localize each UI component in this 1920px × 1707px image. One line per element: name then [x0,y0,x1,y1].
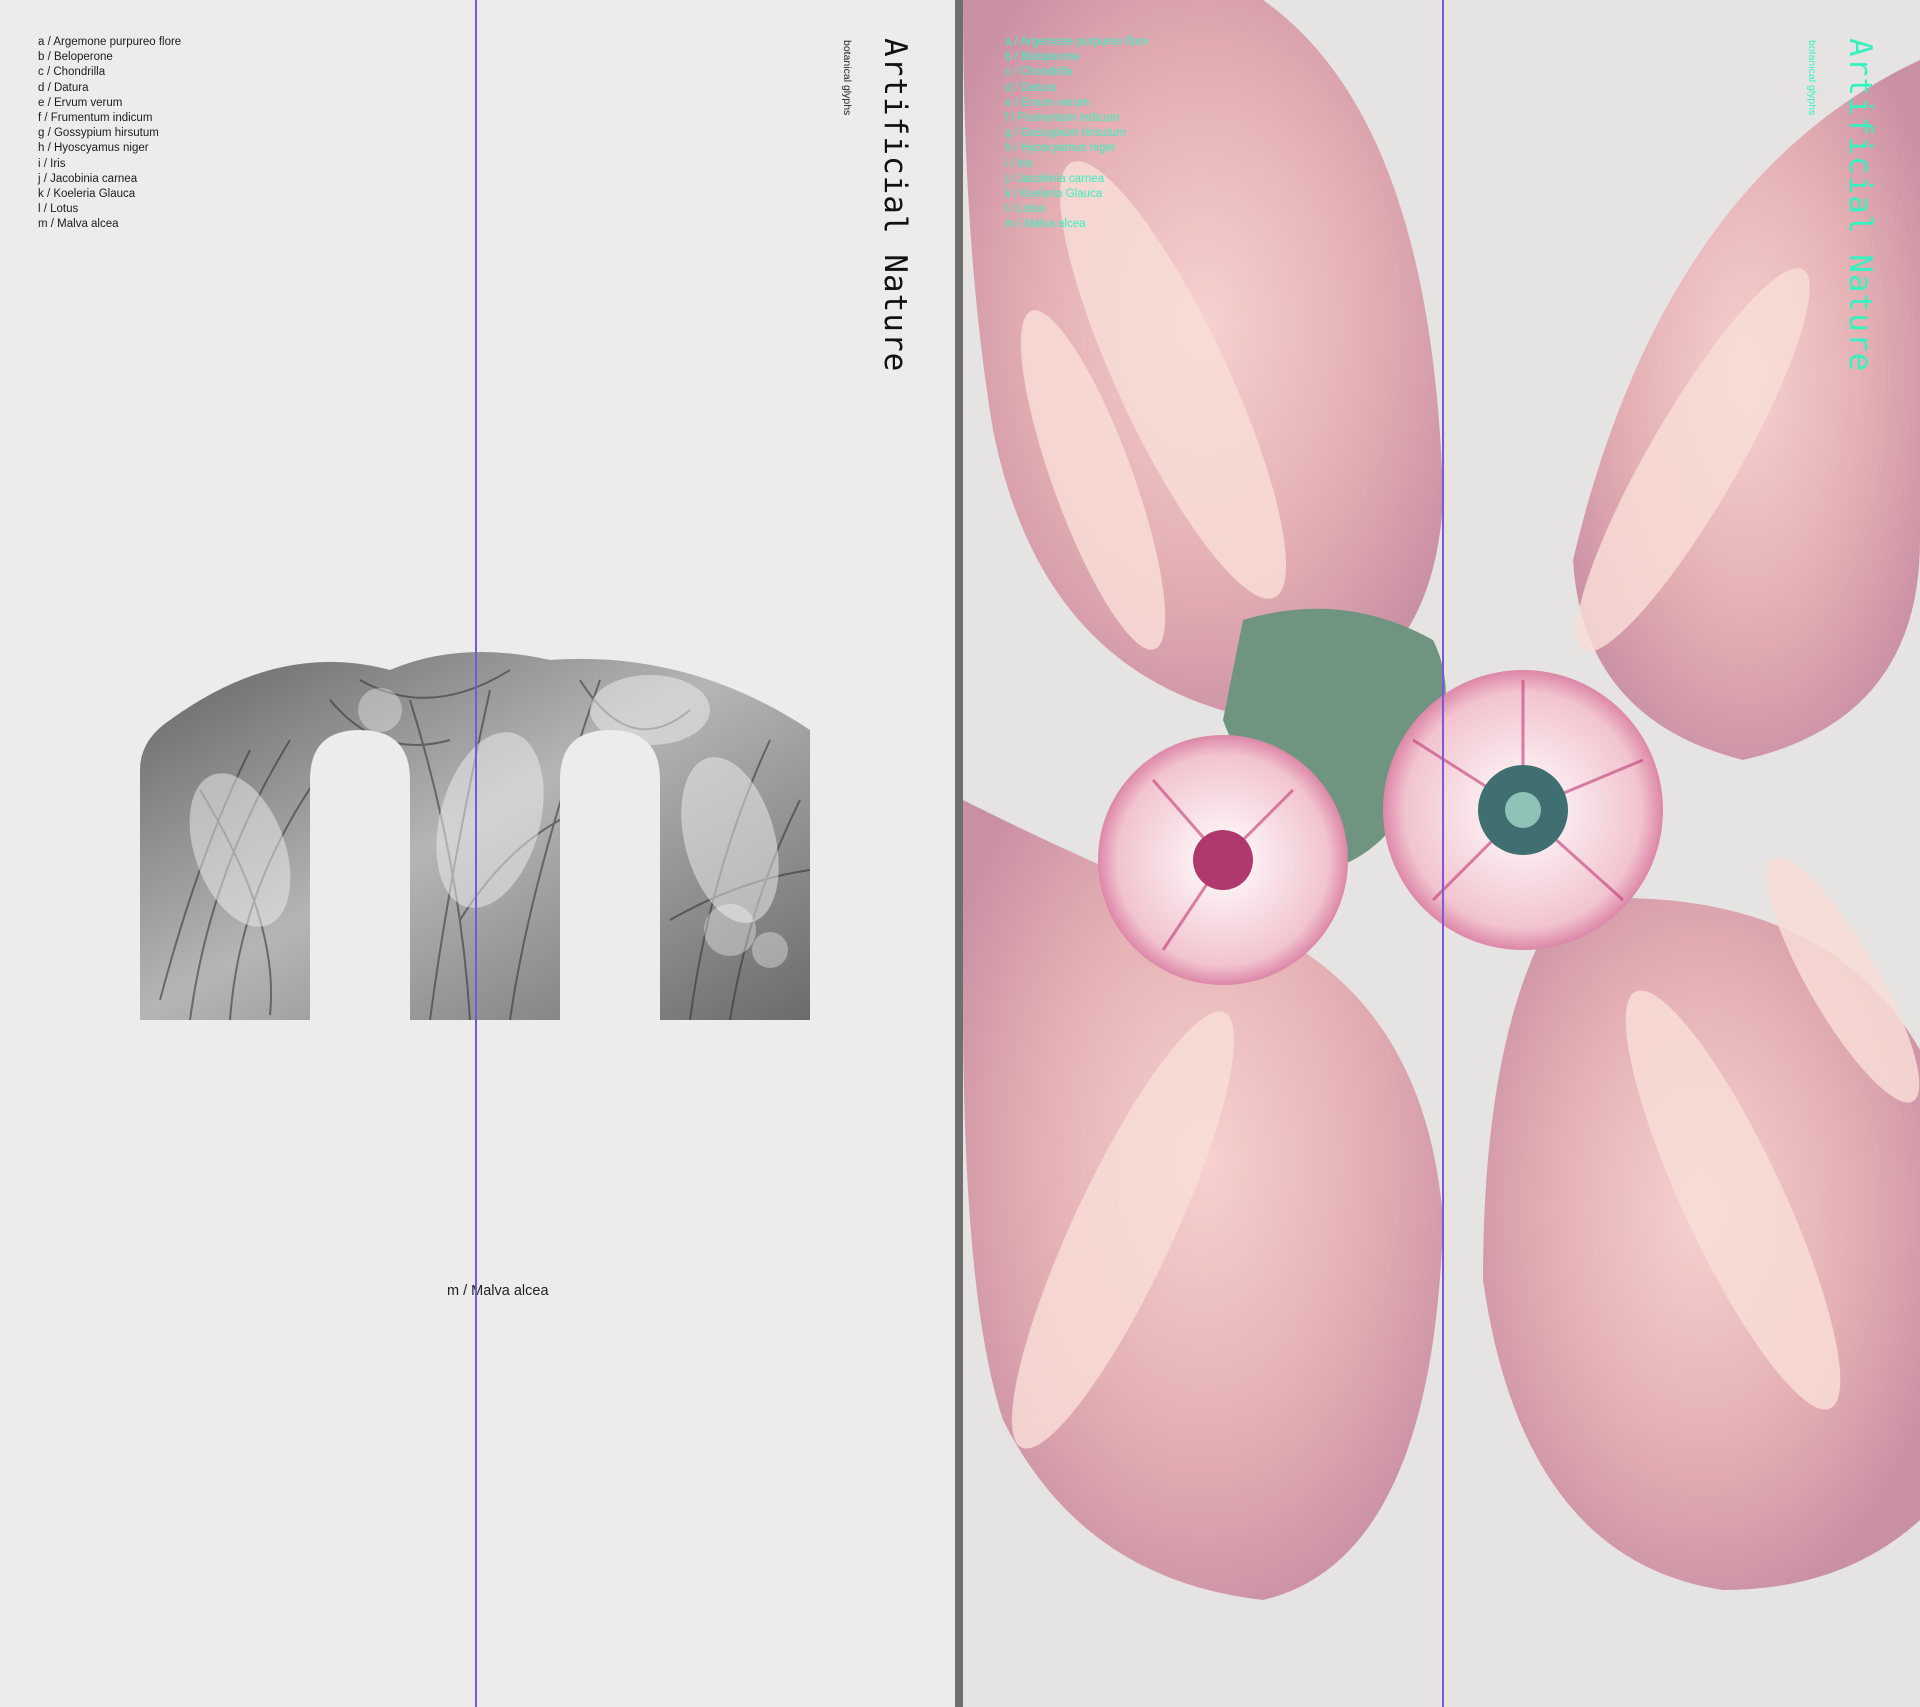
list-item: h / Hyoscyamus niger [1005,142,1116,155]
list-item: j / Jacobinia carnea [1005,172,1105,185]
list-item: e / Ervum verum [1005,96,1090,109]
list-item: f / Frumentum indicum [1005,112,1120,125]
list-item: m / Malva alcea [1005,218,1086,231]
list-item: m / Malva alcea [38,218,119,231]
list-item: c / Chondrilla [1005,66,1073,79]
list-item: e / Ervum verum [38,96,123,109]
list-item: b / Beloperone [1005,51,1080,64]
list-item: i / Iris [1005,157,1033,170]
list-item: k / Koeleria Glauca [1005,188,1103,201]
list-item: g / Gossypium hirsutum [1005,127,1126,140]
species-index-list: a / Argemone purpureo flore b / Belopero… [38,35,181,233]
list-item: b / Beloperone [38,51,113,64]
species-index-list-overlay: a / Argemone purpureo flore b / Belopero… [1005,35,1148,233]
list-item: g / Gossypium hirsutum [38,127,159,140]
page-title: Artificial Nature [877,38,913,373]
list-item: j / Jacobinia carnea [38,172,138,185]
page-subtitle-overlay: botanical glyphs [1806,40,1818,116]
list-item: f / Frumentum indicum [38,112,153,125]
list-item: d / Datura [38,81,89,94]
left-guide-line [475,0,477,1707]
list-item: l / Lotus [1005,203,1046,216]
list-item: c / Chondrilla [38,66,106,79]
list-item: h / Hyoscyamus niger [38,142,149,155]
page-title-overlay: Artificial Nature [1842,38,1878,373]
list-item: i / Iris [38,157,66,170]
list-item: k / Koeleria Glauca [38,188,136,201]
right-guide-line [1442,0,1444,1707]
page-subtitle: botanical glyphs [841,40,853,116]
list-item: a / Argemone purpureo flore [1005,36,1149,48]
left-panel: a / Argemone purpureo flore b / Belopero… [0,0,955,1707]
list-item: l / Lotus [38,203,79,216]
glyph-caption: m / Malva alcea [447,1283,549,1299]
list-item: a / Argemone purpureo flore [38,36,182,48]
list-item: d / Datura [1005,81,1056,94]
